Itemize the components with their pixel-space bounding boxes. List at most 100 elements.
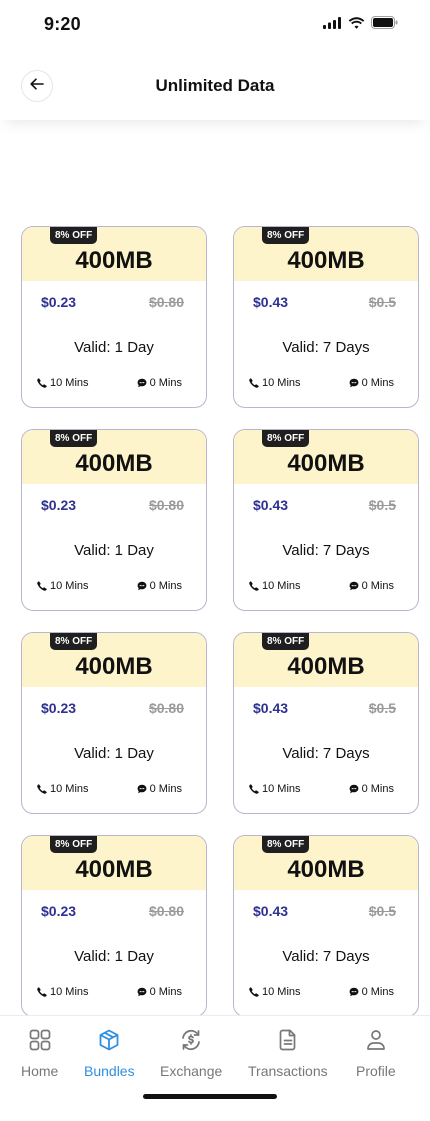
price-row: $0.43 $0.5 xyxy=(253,497,396,513)
phone-icon xyxy=(249,378,259,388)
nav-exchange-label: Exchange xyxy=(160,1063,223,1079)
phone-icon xyxy=(37,987,47,997)
original-price: $0.80 xyxy=(148,497,184,513)
nav-bundles-label: Bundles xyxy=(84,1063,135,1079)
bundle-meta: 10 Mins 0 Mins xyxy=(37,377,182,389)
page-title: Unlimited Data xyxy=(155,76,275,95)
call-minutes-text: 10 Mins xyxy=(262,377,301,389)
price-row: $0.23 $0.80 xyxy=(41,497,184,513)
bundle-card[interactable]: 400MB 8% OFF $0.43 $0.5 Valid: 7 Days 10… xyxy=(233,429,419,611)
discount-badge: 8% OFF xyxy=(262,430,310,447)
bundle-amount: 400MB xyxy=(75,856,153,883)
discount-badge: 8% OFF xyxy=(262,227,310,244)
phone-icon xyxy=(37,378,47,388)
validity-text: Valid: 1 Day xyxy=(74,339,154,356)
sms-minutes: 0 Mins xyxy=(349,580,394,592)
discounted-price: $0.23 xyxy=(41,294,77,310)
bundle-meta: 10 Mins 0 Mins xyxy=(249,377,394,389)
exchange-icon xyxy=(179,1028,203,1055)
original-price: $0.80 xyxy=(148,294,184,310)
sms-minutes: 0 Mins xyxy=(137,377,182,389)
bundle-card[interactable]: 400MB 8% OFF $0.43 $0.5 Valid: 7 Days 10… xyxy=(233,835,419,1017)
chat-bubble-icon xyxy=(137,784,147,794)
discount-badge: 8% OFF xyxy=(50,227,98,244)
sms-minutes-text: 0 Mins xyxy=(149,377,182,389)
bundle-card[interactable]: 400MB 8% OFF $0.23 $0.80 Valid: 1 Day 10… xyxy=(21,835,207,1017)
price-row: $0.43 $0.5 xyxy=(253,903,396,919)
bundle-amount: 400MB xyxy=(287,653,365,680)
call-minutes: 10 Mins xyxy=(37,783,89,795)
status-icons xyxy=(323,16,398,34)
bundle-card[interactable]: 400MB 8% OFF $0.43 $0.5 Valid: 7 Days 10… xyxy=(233,632,419,814)
discounted-price: $0.23 xyxy=(41,700,77,716)
call-minutes-text: 10 Mins xyxy=(262,580,301,592)
discount-badge: 8% OFF xyxy=(50,836,98,853)
status-time: 9:20 xyxy=(44,14,81,34)
sms-minutes-text: 0 Mins xyxy=(361,377,394,389)
validity-text: Valid: 7 Days xyxy=(282,542,370,559)
price-row: $0.43 $0.5 xyxy=(253,700,396,716)
sms-minutes: 0 Mins xyxy=(137,986,182,998)
call-minutes-text: 10 Mins xyxy=(50,580,89,592)
price-row: $0.43 $0.5 xyxy=(253,294,396,310)
sms-minutes-text: 0 Mins xyxy=(149,580,182,592)
grid-icon xyxy=(28,1028,52,1055)
home-indicator xyxy=(143,1094,277,1099)
sms-minutes: 0 Mins xyxy=(349,783,394,795)
original-price: $0.80 xyxy=(148,903,184,919)
discount-badge: 8% OFF xyxy=(262,633,310,650)
call-minutes-text: 10 Mins xyxy=(50,783,89,795)
bundle-amount: 400MB xyxy=(287,450,365,477)
sms-minutes-text: 0 Mins xyxy=(361,783,394,795)
bottom-navigation: Home Bundles Exchange Transactions Profi… xyxy=(0,1015,430,1121)
validity-text: Valid: 1 Day xyxy=(74,745,154,762)
sms-minutes: 0 Mins xyxy=(349,986,394,998)
discounted-price: $0.23 xyxy=(41,903,77,919)
chat-bubble-icon xyxy=(349,581,359,591)
bundle-amount: 400MB xyxy=(287,247,365,274)
sms-minutes: 0 Mins xyxy=(137,783,182,795)
nav-exchange[interactable]: Exchange xyxy=(160,1028,222,1079)
nav-home[interactable]: Home xyxy=(21,1028,58,1079)
price-row: $0.23 $0.80 xyxy=(41,903,184,919)
sms-minutes-text: 0 Mins xyxy=(149,783,182,795)
bundle-amount: 400MB xyxy=(75,653,153,680)
call-minutes-text: 10 Mins xyxy=(50,377,89,389)
nav-transactions-label: Transactions xyxy=(248,1063,328,1079)
discounted-price: $0.43 xyxy=(253,294,289,310)
bundle-amount: 400MB xyxy=(75,450,153,477)
validity-text: Valid: 7 Days xyxy=(282,339,370,356)
discount-badge: 8% OFF xyxy=(262,836,310,853)
call-minutes-text: 10 Mins xyxy=(262,783,301,795)
nav-profile[interactable]: Profile xyxy=(356,1028,396,1079)
wifi-icon xyxy=(348,16,365,34)
call-minutes: 10 Mins xyxy=(249,580,301,592)
bundle-meta: 10 Mins 0 Mins xyxy=(37,783,182,795)
original-price: $0.5 xyxy=(368,497,396,513)
bundle-meta: 10 Mins 0 Mins xyxy=(249,783,394,795)
validity-text: Valid: 1 Day xyxy=(74,542,154,559)
validity-text: Valid: 1 Day xyxy=(74,948,154,965)
bundle-meta: 10 Mins 0 Mins xyxy=(249,580,394,592)
discounted-price: $0.43 xyxy=(253,700,289,716)
nav-bundles[interactable]: Bundles xyxy=(84,1028,135,1079)
phone-icon xyxy=(249,987,259,997)
validity-text: Valid: 7 Days xyxy=(282,948,370,965)
nav-transactions[interactable]: Transactions xyxy=(248,1028,328,1079)
discounted-price: $0.43 xyxy=(253,903,289,919)
original-price: $0.5 xyxy=(368,700,396,716)
discount-badge: 8% OFF xyxy=(50,633,98,650)
chat-bubble-icon xyxy=(137,987,147,997)
discount-badge: 8% OFF xyxy=(50,430,98,447)
bundle-grid: 400MB 8% OFF $0.23 $0.80 Valid: 1 Day 10… xyxy=(21,226,419,1017)
bundle-meta: 10 Mins 0 Mins xyxy=(249,986,394,998)
sms-minutes: 0 Mins xyxy=(137,580,182,592)
chat-bubble-icon xyxy=(349,784,359,794)
bundle-card[interactable]: 400MB 8% OFF $0.23 $0.80 Valid: 1 Day 10… xyxy=(21,429,207,611)
bundle-card[interactable]: 400MB 8% OFF $0.23 $0.80 Valid: 1 Day 10… xyxy=(21,632,207,814)
call-minutes-text: 10 Mins xyxy=(50,986,89,998)
bundle-meta: 10 Mins 0 Mins xyxy=(37,986,182,998)
status-bar: 9:20 xyxy=(0,0,430,50)
bundle-card[interactable]: 400MB 8% OFF $0.43 $0.5 Valid: 7 Days 10… xyxy=(233,226,419,408)
bundle-card[interactable]: 400MB 8% OFF $0.23 $0.80 Valid: 1 Day 10… xyxy=(21,226,207,408)
